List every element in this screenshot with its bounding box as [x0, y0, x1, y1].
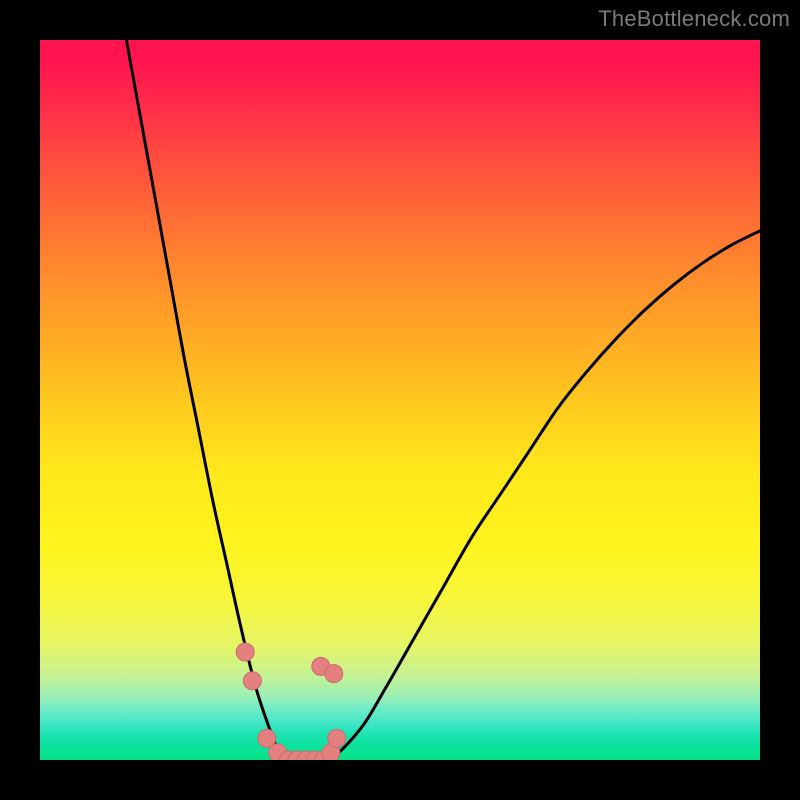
chart-curves — [40, 40, 760, 760]
series-left-curve — [126, 40, 284, 760]
series-right-curve — [328, 231, 760, 760]
data-marker — [236, 643, 254, 661]
plot-area — [40, 40, 760, 760]
data-marker — [243, 672, 261, 690]
marker-group — [236, 643, 345, 760]
curve-group — [126, 40, 760, 760]
data-marker — [325, 665, 343, 683]
chart-frame: TheBottleneck.com — [0, 0, 800, 800]
watermark-text: TheBottleneck.com — [598, 6, 790, 32]
data-marker — [328, 729, 346, 747]
